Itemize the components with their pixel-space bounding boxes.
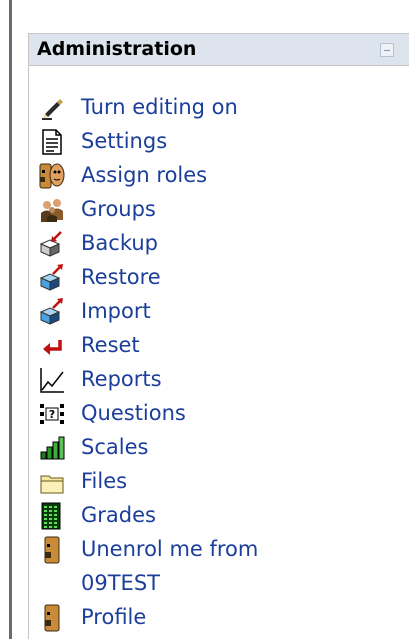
scales-bar-icon bbox=[39, 434, 65, 462]
minus-icon bbox=[384, 49, 390, 51]
menu-item-label[interactable]: Import bbox=[81, 297, 151, 325]
questions-icon: ? bbox=[39, 400, 65, 428]
import-icon bbox=[39, 298, 65, 326]
menu-item-files[interactable]: Files bbox=[29, 465, 409, 499]
folder-icon bbox=[39, 468, 65, 496]
roles-icon bbox=[39, 162, 65, 190]
menu-item-reports[interactable]: Reports bbox=[29, 363, 409, 397]
administration-block: Administration Turn editing on Settings … bbox=[28, 33, 409, 639]
menu-item-profile[interactable]: Profile bbox=[29, 601, 409, 635]
menu-item-assign-roles[interactable]: Assign roles bbox=[29, 159, 409, 193]
collapse-button[interactable] bbox=[380, 43, 394, 57]
grades-icon bbox=[39, 502, 65, 530]
menu-item-label[interactable]: Restore bbox=[81, 263, 161, 291]
block-title: Administration bbox=[37, 38, 197, 60]
menu-item-label[interactable]: Grades bbox=[81, 501, 156, 529]
menu-item-label[interactable]: Backup bbox=[81, 229, 158, 257]
menu-item-grades[interactable]: Grades bbox=[29, 499, 409, 533]
menu-item-questions[interactable]: ? Questions bbox=[29, 397, 409, 431]
reset-arrow-icon bbox=[39, 332, 65, 360]
menu-item-unenrol[interactable]: Unenrol me from 09TEST bbox=[29, 533, 409, 601]
reports-graph-icon bbox=[39, 366, 65, 394]
user-icon bbox=[39, 536, 65, 564]
menu-item-label[interactable]: Scales bbox=[81, 433, 148, 461]
menu-item-label[interactable]: Unenrol me from bbox=[81, 535, 258, 563]
menu-item-label[interactable]: Assign roles bbox=[81, 161, 207, 189]
menu-item-label[interactable]: Reset bbox=[81, 331, 140, 359]
left-divider bbox=[9, 0, 12, 639]
profile-icon bbox=[39, 604, 65, 632]
menu-item-label[interactable]: Files bbox=[81, 467, 127, 495]
menu-item-turn-editing-on[interactable]: Turn editing on bbox=[29, 91, 409, 125]
block-header: Administration bbox=[29, 34, 409, 66]
menu-item-label[interactable]: Settings bbox=[81, 127, 167, 155]
menu-item-scales[interactable]: Scales bbox=[29, 431, 409, 465]
menu-item-import[interactable]: Import bbox=[29, 295, 409, 329]
restore-icon bbox=[39, 264, 65, 292]
menu-item-label[interactable]: Reports bbox=[81, 365, 162, 393]
edit-pen-icon bbox=[39, 94, 65, 122]
backup-icon bbox=[39, 230, 65, 258]
menu-item-label[interactable]: Profile bbox=[81, 603, 146, 631]
settings-document-icon bbox=[39, 128, 65, 156]
menu-item-settings[interactable]: Settings bbox=[29, 125, 409, 159]
groups-icon bbox=[39, 196, 65, 224]
svg-text:?: ? bbox=[49, 408, 55, 421]
menu-item-label[interactable]: Groups bbox=[81, 195, 156, 223]
menu-item-reset[interactable]: Reset bbox=[29, 329, 409, 363]
menu-item-groups[interactable]: Groups bbox=[29, 193, 409, 227]
menu-item-restore[interactable]: Restore bbox=[29, 261, 409, 295]
menu-item-label[interactable]: Questions bbox=[81, 399, 186, 427]
page: Administration Turn editing on Settings … bbox=[0, 0, 409, 639]
menu-item-label[interactable]: Turn editing on bbox=[81, 93, 238, 121]
menu-item-backup[interactable]: Backup bbox=[29, 227, 409, 261]
menu-item-label-line2[interactable]: 09TEST bbox=[81, 569, 160, 597]
